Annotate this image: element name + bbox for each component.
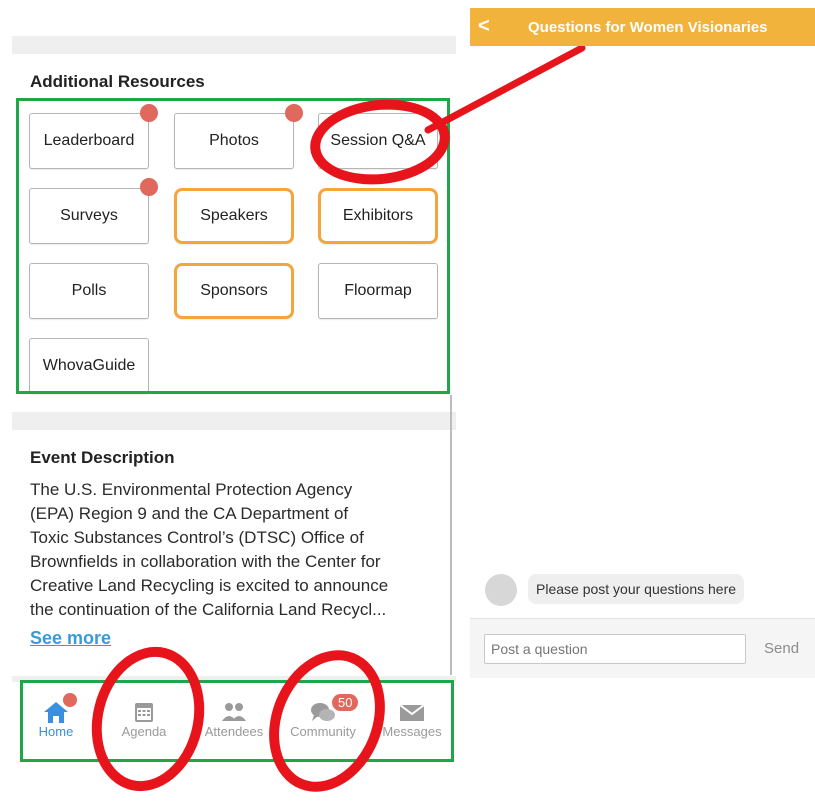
description-line: the continuation of the California Land … [30, 600, 387, 619]
description-line: Brownfields in collaboration with the Ce… [30, 552, 381, 571]
community-annotation-circle [248, 632, 406, 809]
see-more-link[interactable]: See more [30, 628, 111, 649]
description-line: (EPA) Region 9 and the CA Department of [30, 504, 349, 523]
scroll-edge [450, 395, 452, 675]
qa-title: Questions for Women Visionaries [528, 19, 768, 36]
event-description-title: Event Description [30, 448, 175, 467]
description-line: Creative Land Recycling is excited to an… [30, 576, 389, 595]
resources-title: Additional Resources [30, 72, 205, 91]
section-divider [12, 412, 456, 430]
event-description-text: The U.S. Environmental Protection Agency… [30, 478, 450, 622]
description-line: The U.S. Environmental Protection Agency [30, 480, 353, 499]
description-line: Toxic Substances Control’s (DTSC) Office… [30, 528, 364, 547]
question-input[interactable] [484, 634, 746, 664]
question-input-bar: Send [470, 618, 815, 678]
back-icon[interactable]: < [478, 15, 490, 38]
nav-annotation-box [20, 680, 454, 762]
annotation-arrow-line [424, 44, 586, 134]
section-divider [12, 36, 456, 54]
avatar [485, 574, 517, 606]
input-bar-divider [470, 618, 815, 619]
qa-header: < Questions for Women Visionaries [470, 8, 815, 46]
agenda-annotation-circle [76, 634, 220, 804]
send-button[interactable]: Send [764, 640, 799, 657]
prompt-bubble: Please post your questions here [528, 574, 745, 604]
